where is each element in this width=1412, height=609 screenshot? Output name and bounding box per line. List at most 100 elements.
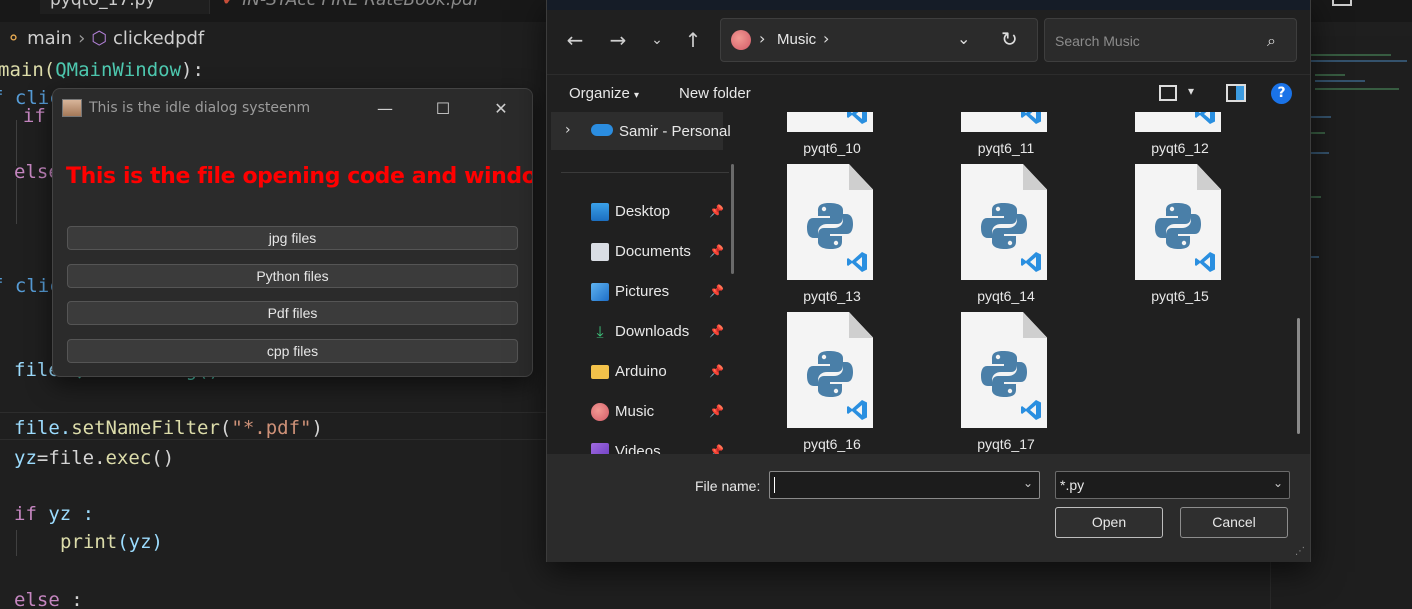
tab-label: IN-STAcc FIRE RateBook.pdf xyxy=(242,0,479,10)
idle-dialog-window: This is the idle dialog systeenm — ☐ ✕ T… xyxy=(52,88,533,377)
file-type-filter[interactable]: *.py ⌄ xyxy=(1055,471,1290,499)
sidebar-item-onedrive[interactable]: › Samir - Personal xyxy=(551,112,731,150)
folder-icon xyxy=(591,365,609,379)
python-logo-icon xyxy=(1155,203,1201,249)
vscode-icon xyxy=(1195,112,1215,124)
file-item[interactable]: pyqt6_16 xyxy=(747,312,877,454)
dialog-toolbar: Organize ▾ New folder ▾ ? xyxy=(547,74,1310,112)
sidebar-item-label: Documents xyxy=(615,243,691,260)
cpp-files-button[interactable]: cpp files xyxy=(67,339,518,363)
preview-pane-icon[interactable] xyxy=(1226,84,1246,102)
file-name: pyqt6_10 xyxy=(803,140,861,156)
file-name-field[interactable]: ⌄ xyxy=(769,471,1040,499)
chevron-down-icon[interactable]: ⌄ xyxy=(957,29,970,48)
pdf-files-button[interactable]: Pdf files xyxy=(67,301,518,325)
resize-grip-icon[interactable]: ⋰ xyxy=(1295,546,1305,557)
method-icon: ⬡ xyxy=(91,27,107,49)
tab-pyqt6-17[interactable]: pyqt6_17.py xyxy=(40,0,210,14)
tab-label: pyqt6_17.py xyxy=(50,0,156,10)
file-item[interactable]: pyqt6_10 xyxy=(747,112,877,164)
pin-icon[interactable]: 📌 xyxy=(709,204,724,218)
text-caret xyxy=(774,477,775,493)
address-location[interactable]: Music xyxy=(777,31,816,48)
file-list-scrollbar[interactable] xyxy=(1297,318,1300,434)
file-item[interactable]: pyqt6_14 xyxy=(921,164,1051,312)
file-name: pyqt6_17 xyxy=(977,436,1035,452)
chevron-down-icon[interactable]: ▾ xyxy=(1188,84,1194,98)
chevron-down-icon[interactable]: ⌄ xyxy=(1023,476,1033,490)
file-item[interactable]: pyqt6_13 xyxy=(747,164,877,312)
vscode-icon xyxy=(847,112,867,124)
vscode-icon xyxy=(1021,112,1041,124)
address-bar[interactable]: › Music › ⌄ ↻ xyxy=(720,18,1038,62)
refresh-icon[interactable]: ↻ xyxy=(1001,27,1018,51)
chevron-right-icon[interactable]: › xyxy=(823,29,829,48)
help-icon[interactable]: ? xyxy=(1271,83,1292,104)
forward-arrow-icon[interactable]: → xyxy=(604,26,632,54)
code-line: print(yz) xyxy=(60,531,163,553)
sidebar-item-pictures[interactable]: Pictures 📌 xyxy=(587,280,727,306)
breadcrumb-method[interactable]: clickedpdf xyxy=(113,28,204,49)
chevron-right-icon[interactable]: › xyxy=(565,122,571,138)
view-mode-icon[interactable] xyxy=(1159,85,1177,101)
search-input[interactable]: Search Music ⌕ xyxy=(1044,18,1297,62)
code-line: else : xyxy=(14,589,83,609)
pin-icon[interactable]: 📌 xyxy=(709,244,724,258)
minimap-line xyxy=(1311,132,1325,134)
python-logo-icon xyxy=(981,203,1027,249)
new-folder-button[interactable]: New folder xyxy=(679,85,751,102)
sidebar-item-music[interactable]: Music 📌 xyxy=(587,400,727,426)
organize-menu[interactable]: Organize ▾ xyxy=(569,85,639,102)
maximize-button[interactable]: ☐ xyxy=(423,95,463,123)
desktop-icon xyxy=(591,203,609,221)
minimap-line xyxy=(1315,74,1345,76)
branch-icon: ⚬ xyxy=(6,27,22,49)
recent-locations-icon[interactable]: ⌄ xyxy=(643,26,671,54)
pin-icon[interactable]: 📌 xyxy=(709,324,724,338)
sidebar-scrollbar[interactable] xyxy=(731,164,734,274)
vscode-icon xyxy=(847,252,867,272)
tab-pdf[interactable]: ✔ IN-STAcc FIRE RateBook.pdf xyxy=(212,0,542,14)
up-arrow-icon[interactable]: ↑ xyxy=(679,26,707,54)
vscode-icon xyxy=(1195,252,1215,272)
pin-icon[interactable]: 📌 xyxy=(709,284,724,298)
open-button[interactable]: Open xyxy=(1055,507,1163,538)
sidebar-item-arduino[interactable]: Arduino 📌 xyxy=(587,360,727,386)
minimize-button[interactable]: — xyxy=(365,95,405,123)
sidebar-item-desktop[interactable]: Desktop 📌 xyxy=(587,200,727,226)
chevron-down-icon[interactable]: ⌄ xyxy=(1273,476,1283,490)
sidebar-item-videos[interactable]: Videos 📌 xyxy=(587,440,727,454)
code-line: yz=file.exec() xyxy=(14,447,175,469)
close-button[interactable]: ✕ xyxy=(481,95,521,123)
onedrive-cloud-icon xyxy=(591,124,613,136)
search-icon[interactable]: ⌕ xyxy=(1267,31,1276,51)
file-name: pyqt6_12 xyxy=(1151,140,1209,156)
dialog-titlebar[interactable]: This is the idle dialog systeenm — ☐ ✕ xyxy=(53,89,532,127)
back-arrow-icon[interactable]: ← xyxy=(561,26,589,54)
sidebar-item-documents[interactable]: Documents 📌 xyxy=(587,240,727,266)
indent-guide xyxy=(16,530,17,556)
jpg-files-button[interactable]: jpg files xyxy=(67,226,518,250)
sidebar-item-downloads[interactable]: ⤓ Downloads 📌 xyxy=(587,320,727,346)
sidebar-item-label: Arduino xyxy=(615,363,667,380)
filter-value: *.py xyxy=(1060,477,1085,493)
layout-icon[interactable] xyxy=(1332,0,1352,6)
pin-icon[interactable]: 📌 xyxy=(709,364,724,378)
file-item[interactable]: pyqt6_11 xyxy=(921,112,1051,164)
file-item[interactable]: pyqt6_12 xyxy=(1095,112,1225,164)
music-folder-icon xyxy=(731,30,751,50)
code-line: if yz : xyxy=(14,503,95,525)
file-item[interactable]: pyqt6_17 xyxy=(921,312,1051,454)
sidebar-item-label: Music xyxy=(615,403,655,420)
breadcrumb-branch[interactable]: main xyxy=(27,28,72,49)
file-item[interactable]: pyqt6_15 xyxy=(1095,164,1225,312)
python-logo-icon xyxy=(807,351,853,397)
search-placeholder: Search Music xyxy=(1055,33,1140,49)
minimap-line xyxy=(1311,256,1319,258)
sidebar-item-label: Samir - Personal xyxy=(619,123,731,140)
pin-icon[interactable]: 📌 xyxy=(709,404,724,418)
pin-icon[interactable]: 📌 xyxy=(709,444,724,454)
cancel-button[interactable]: Cancel xyxy=(1180,507,1288,538)
code-line: file.setNameFilter("*.pdf") xyxy=(14,417,323,439)
python-files-button[interactable]: Python files xyxy=(67,264,518,288)
